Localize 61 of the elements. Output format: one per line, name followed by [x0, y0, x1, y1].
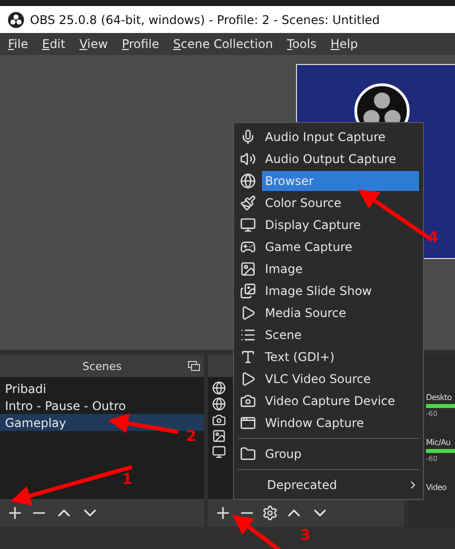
- menu-item[interactable]: Color Source: [262, 193, 419, 213]
- annotation-number: 3: [300, 526, 310, 544]
- source-type-icon: [240, 173, 256, 189]
- source-type-icon: [240, 129, 256, 145]
- menu-item[interactable]: Edit: [42, 37, 66, 51]
- annotation-number: 1: [122, 470, 132, 488]
- dock-title: Scenes: [82, 360, 122, 372]
- menu-item[interactable]: Profile: [122, 37, 160, 51]
- menu-item[interactable]: Audio Output Capture: [262, 149, 419, 169]
- source-type-icon: [240, 415, 256, 431]
- source-type-icon: [240, 371, 256, 387]
- menu-item[interactable]: Tools: [286, 37, 316, 51]
- source-type-icon: [212, 413, 226, 427]
- source-type-icon: [212, 397, 226, 411]
- window-title: OBS 25.0.8 (64-bit, windows) - Profile: 2 - Scenes: Untitled: [0, 6, 455, 33]
- app-logo-icon: [8, 12, 24, 28]
- submenu-item[interactable]: Deprecated: [264, 475, 401, 495]
- source-type-icon: [240, 151, 256, 167]
- menu-item[interactable]: Group: [262, 444, 419, 464]
- source-type-icon: [240, 446, 256, 462]
- source-type-icon: [212, 445, 226, 459]
- menu-item[interactable]: View: [79, 37, 108, 51]
- menu-item[interactable]: VLC Video Source: [262, 369, 419, 389]
- add-icon[interactable]: [6, 504, 24, 522]
- audio-channel-name: Mic/Au: [426, 438, 452, 447]
- menu-item[interactable]: Display Capture: [262, 215, 419, 235]
- add-icon[interactable]: [214, 504, 232, 522]
- annotation-number: 4: [428, 228, 438, 246]
- audio-channel-name: Deskto: [426, 393, 453, 402]
- volume-meter: [426, 449, 455, 453]
- settings-icon[interactable]: [262, 505, 278, 521]
- annotation-arrow: [108, 414, 178, 434]
- menu-item[interactable]: Scene Collection: [173, 37, 273, 51]
- source-type-icon: [240, 349, 256, 365]
- source-type-icon: [240, 283, 256, 299]
- source-type-icon: [212, 381, 226, 395]
- source-type-icon: [212, 429, 226, 443]
- source-type-icon: [240, 217, 256, 233]
- menu-item[interactable]: Media Source: [262, 303, 419, 323]
- source-type-icon: [240, 327, 256, 343]
- menu-item[interactable]: Text (GDI+): [262, 347, 419, 367]
- list-item[interactable]: Intro - Pause - Outro: [0, 397, 204, 414]
- menu-item[interactable]: Image: [262, 259, 419, 279]
- menu-item[interactable]: File: [8, 37, 28, 51]
- annotation-arrow: [232, 514, 284, 549]
- list-item[interactable]: Pribadi: [0, 380, 204, 397]
- source-type-icon: [240, 239, 256, 255]
- menu-item[interactable]: Video Capture Device: [262, 391, 419, 411]
- menu-item[interactable]: Audio Input Capture: [262, 127, 419, 147]
- undock-icon[interactable]: [188, 361, 200, 371]
- source-type-icon: [240, 195, 256, 211]
- menu-item[interactable]: Scene: [262, 325, 419, 345]
- menu-item[interactable]: Help: [330, 37, 358, 51]
- volume-meter: [426, 404, 455, 408]
- menu-item[interactable]: Game Capture: [262, 237, 419, 257]
- source-type-icon: [240, 261, 256, 277]
- menu-item[interactable]: Image Slide Show: [262, 281, 419, 301]
- audio-channel-name: Video: [426, 483, 448, 492]
- source-type-icon: [240, 393, 256, 409]
- menu-item[interactable]: Window Capture: [262, 413, 419, 433]
- source-type-icon: [240, 305, 256, 321]
